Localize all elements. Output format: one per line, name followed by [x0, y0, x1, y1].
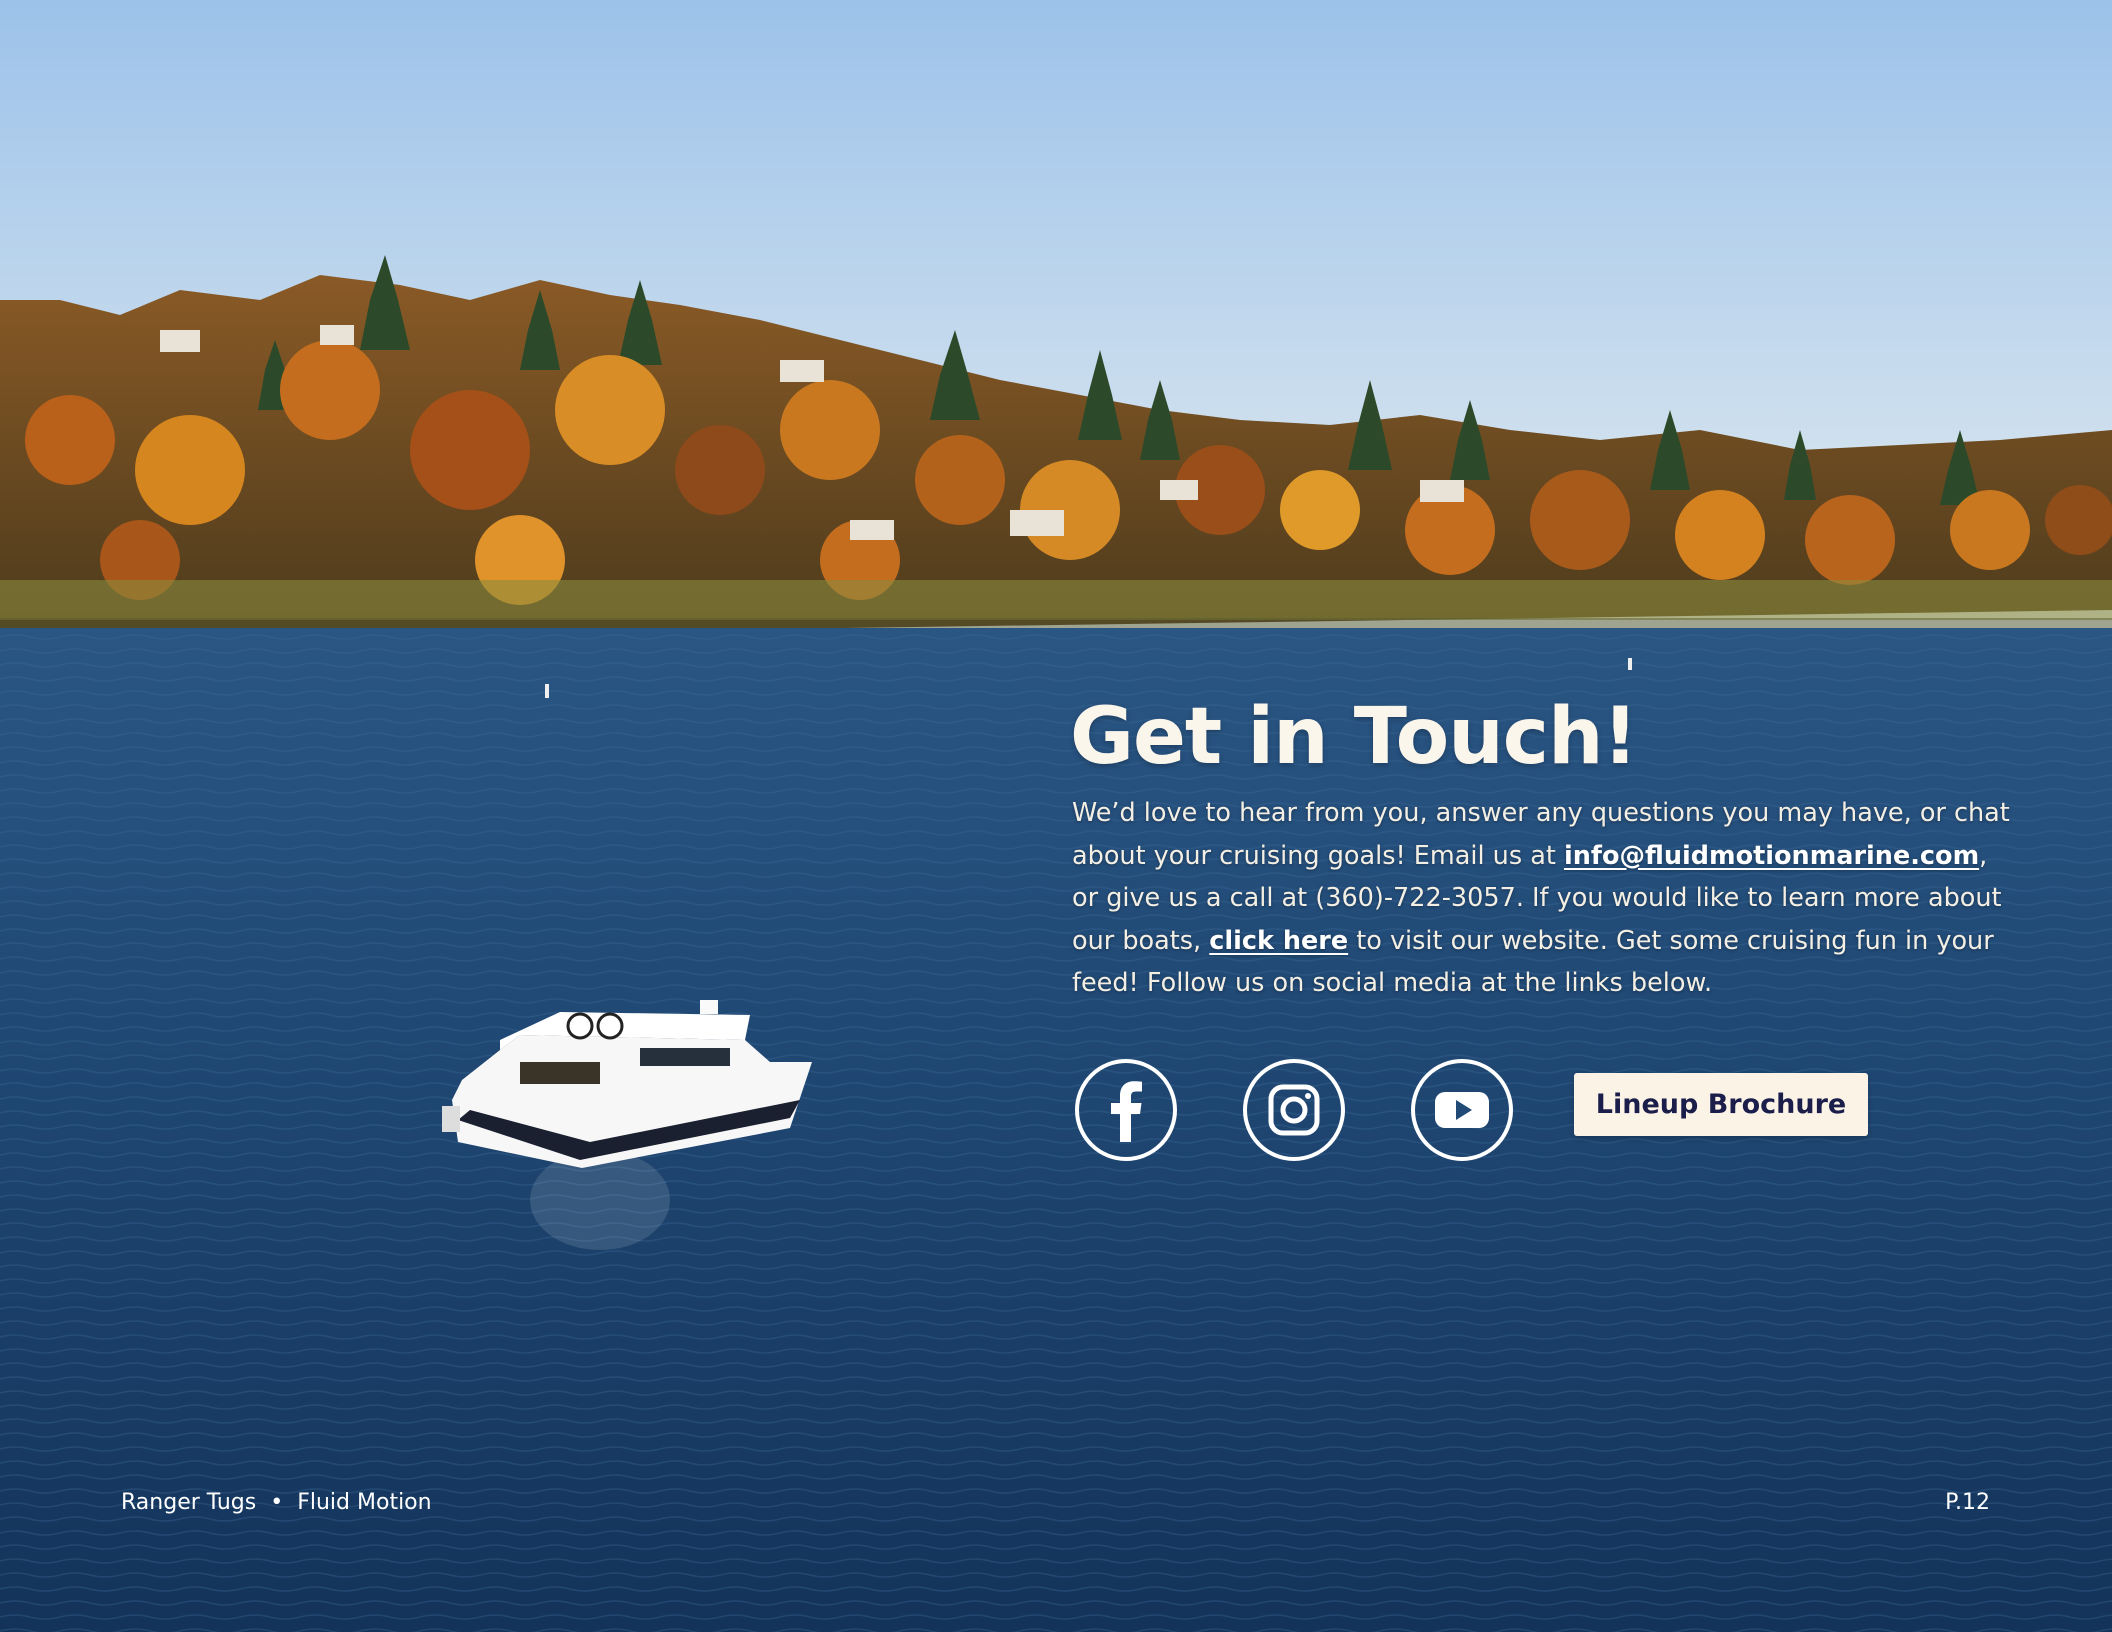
- page: Get in Touch! We’d love to hear from you…: [0, 0, 2112, 1632]
- facebook-link[interactable]: [1074, 1058, 1178, 1162]
- lineup-brochure-button[interactable]: Lineup Brochure: [1574, 1073, 1868, 1136]
- footer-brand: Ranger Tugs • Fluid Motion: [121, 1490, 432, 1515]
- footer-separator: •: [270, 1490, 284, 1515]
- email-link[interactable]: info@fluidmotionmarine.com: [1564, 841, 1979, 871]
- youtube-link[interactable]: [1410, 1058, 1514, 1162]
- contact-paragraph: We’d love to hear from you, answer any q…: [1072, 792, 2012, 1005]
- youtube-icon: [1411, 1059, 1513, 1161]
- website-link[interactable]: click here: [1209, 926, 1348, 956]
- instagram-link[interactable]: [1242, 1058, 1346, 1162]
- footer-brand-name: Ranger Tugs: [121, 1490, 257, 1515]
- page-title: Get in Touch!: [1070, 692, 1638, 782]
- footer-product-name: Fluid Motion: [297, 1490, 432, 1515]
- page-number: P.12: [1945, 1490, 1990, 1515]
- instagram-icon: [1243, 1059, 1345, 1161]
- facebook-icon: [1075, 1059, 1177, 1161]
